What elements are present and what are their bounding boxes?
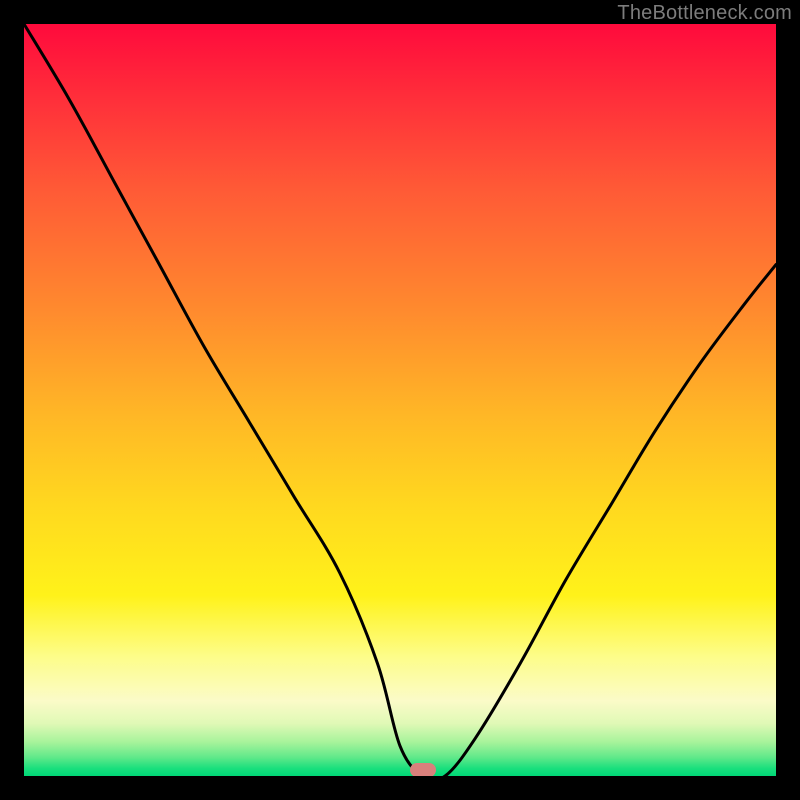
watermark-text: TheBottleneck.com [617,2,792,25]
optimum-marker [410,763,436,776]
bottleneck-curve [24,24,776,776]
chart-frame [24,24,776,776]
plot-area [24,24,776,776]
